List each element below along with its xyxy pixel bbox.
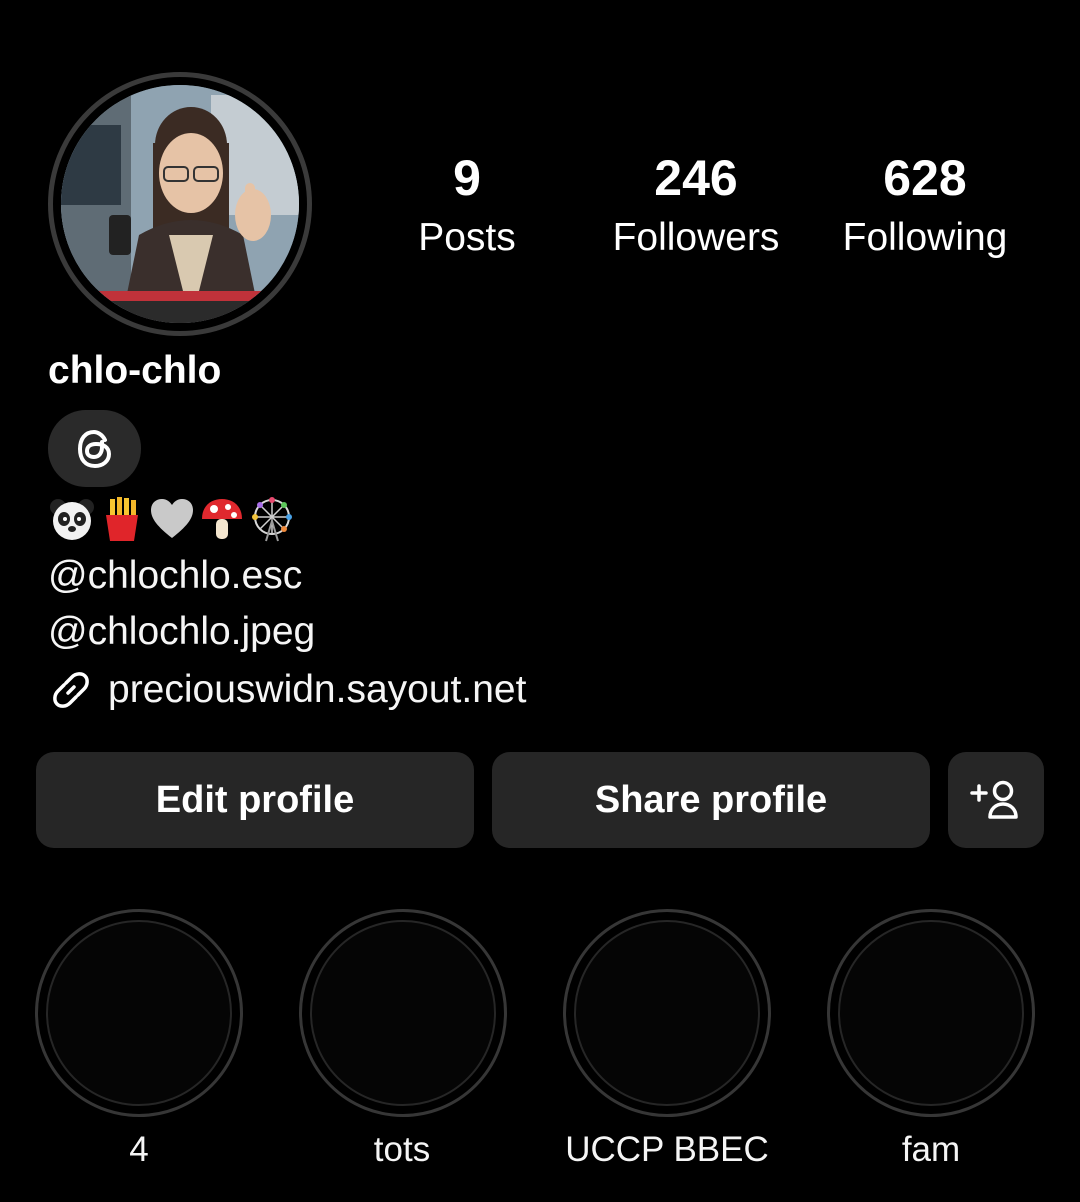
highlight-item[interactable] [563, 909, 771, 1117]
grey-heart-emoji-icon [151, 499, 193, 538]
followers-stat[interactable]: 246 Followers [586, 148, 806, 262]
posts-count: 9 [453, 150, 481, 206]
fries-emoji-icon [106, 497, 138, 541]
following-label: Following [842, 216, 1008, 259]
highlight-cover [299, 909, 507, 1117]
following-count: 628 [883, 150, 967, 206]
profile-page: 9 Posts 246 Followers 628 Following chlo… [0, 0, 1080, 1202]
highlight-cover [563, 909, 771, 1117]
profile-avatar[interactable] [48, 72, 312, 336]
mushroom-emoji-icon [202, 499, 242, 539]
bio-mention-jpeg[interactable]: @chlochlo.jpeg [48, 607, 315, 657]
highlight-item[interactable] [827, 909, 1035, 1117]
highlight-label: tots [373, 1130, 431, 1169]
bio-link[interactable]: preciouswidn.sayout.net [48, 664, 526, 716]
following-stat[interactable]: 628 Following [815, 148, 1035, 262]
bio-link-text: preciouswidn.sayout.net [108, 668, 527, 711]
edit-profile-button[interactable]: Edit profile [36, 752, 474, 848]
followers-label: Followers [612, 216, 780, 259]
threads-badge[interactable] [48, 410, 141, 487]
profile-name: chlo-chlo [48, 349, 222, 392]
bio-emoji-row [48, 494, 296, 544]
highlight-item[interactable] [35, 909, 243, 1117]
discover-people-button[interactable] [948, 752, 1044, 848]
highlight-cover [35, 909, 243, 1117]
avatar-photo [61, 85, 299, 323]
ferris-wheel-emoji-icon [252, 497, 292, 542]
bio-mention-esc[interactable]: @chlochlo.esc [48, 551, 302, 601]
followers-count: 246 [654, 150, 738, 206]
posts-label: Posts [418, 216, 516, 259]
threads-icon [77, 429, 111, 468]
highlight-label: UCCP BBEC [565, 1130, 769, 1169]
posts-stat[interactable]: 9 Posts [357, 148, 577, 262]
add-person-icon [970, 780, 1018, 819]
highlight-label: fam [901, 1130, 961, 1169]
share-profile-button[interactable]: Share profile [492, 752, 930, 848]
panda-emoji-icon [50, 499, 94, 540]
highlight-item[interactable] [299, 909, 507, 1117]
highlight-label: 4 [129, 1130, 149, 1169]
highlight-cover [827, 909, 1035, 1117]
link-icon [53, 672, 89, 708]
